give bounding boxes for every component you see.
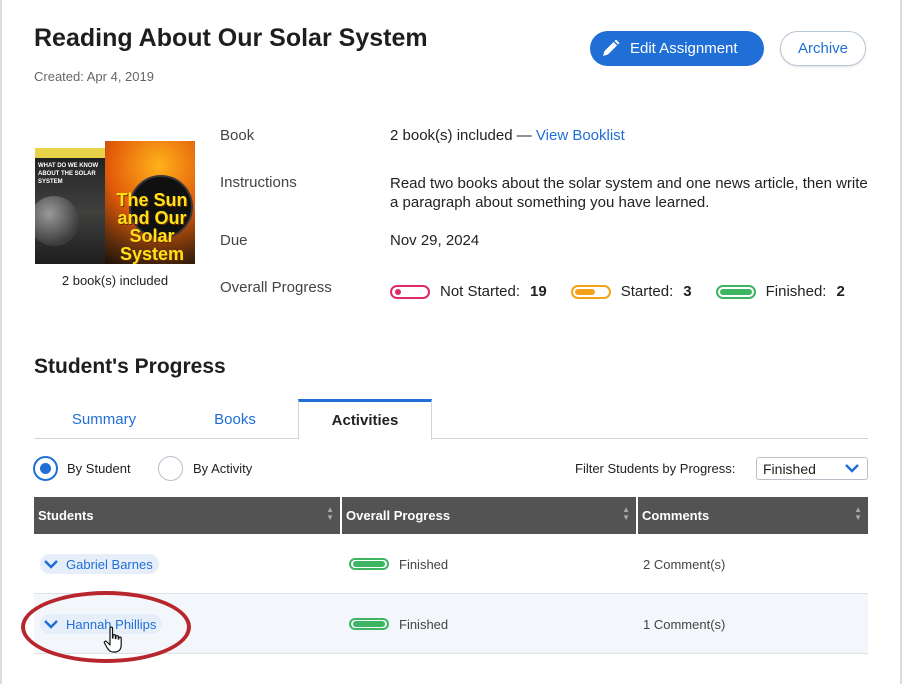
finished-count: 2 bbox=[836, 283, 845, 300]
sort-icon: ▲ ▼ bbox=[622, 505, 630, 522]
not-started-label: Not Started: bbox=[440, 283, 521, 300]
archive-button[interactable]: Archive bbox=[780, 31, 866, 66]
student-comments: 2 Comment(s) bbox=[643, 556, 726, 572]
view-booklist-link[interactable]: View Booklist bbox=[536, 127, 625, 144]
chevron-down-icon bbox=[44, 620, 58, 629]
students-progress-title: Student's Progress bbox=[34, 355, 226, 378]
edit-assignment-button[interactable]: Edit Assignment bbox=[590, 31, 764, 66]
chevron-down-icon bbox=[845, 464, 859, 473]
overall-progress-summary: Not Started: 19 Started: 3 Finished: 2 bbox=[390, 283, 845, 300]
created-date: Created: Apr 4, 2019 bbox=[34, 69, 154, 84]
radio-by-activity[interactable] bbox=[158, 456, 183, 481]
book-cover-solar-system[interactable]: WHAT DO WE KNOW ABOUT THE SOLAR SYSTEM bbox=[35, 148, 107, 264]
book-cover-2-title: The Sun and Our Solar System bbox=[116, 190, 188, 264]
progress-tabs: Summary Books Activities bbox=[34, 399, 868, 440]
not-started-indicator bbox=[390, 284, 430, 299]
progress-filter-select[interactable]: Finished bbox=[756, 457, 868, 480]
sort-icon: ▲ ▼ bbox=[854, 505, 862, 522]
student-toggle[interactable]: Hannah Phillips bbox=[40, 614, 163, 634]
column-overall-progress[interactable]: Overall Progress ▲ ▼ bbox=[342, 497, 638, 534]
started-label: Started: bbox=[620, 283, 674, 300]
finished-label: Finished: bbox=[765, 283, 827, 300]
table-header: Students ▲ ▼ Overall Progress ▲ ▼ Comments… bbox=[34, 497, 868, 534]
book-covers[interactable]: WHAT DO WE KNOW ABOUT THE SOLAR SYSTEM T… bbox=[35, 141, 195, 264]
students-table: Students ▲ ▼ Overall Progress ▲ ▼ Comments… bbox=[34, 497, 868, 654]
chevron-down-icon bbox=[44, 560, 58, 569]
tab-books[interactable]: Books bbox=[174, 399, 296, 439]
student-toggle[interactable]: Gabriel Barnes bbox=[40, 554, 159, 574]
student-progress: Finished bbox=[399, 556, 449, 572]
student-name: Gabriel Barnes bbox=[66, 556, 153, 572]
tab-summary[interactable]: Summary bbox=[34, 399, 174, 439]
edit-assignment-label: Edit Assignment bbox=[630, 40, 738, 57]
filter-selected-value: Finished bbox=[763, 460, 816, 477]
started-count: 3 bbox=[683, 283, 692, 300]
table-row: Gabriel Barnes Finished 2 Comment(s) bbox=[34, 534, 868, 594]
assignment-title: Reading About Our Solar System bbox=[34, 24, 428, 52]
by-activity-label[interactable]: By Activity bbox=[193, 461, 252, 476]
pencil-icon bbox=[598, 37, 622, 61]
hand-cursor-icon bbox=[103, 626, 122, 653]
overall-progress-label: Overall Progress bbox=[220, 279, 332, 296]
filter-label: Filter Students by Progress: bbox=[575, 461, 736, 476]
book-value: 2 book(s) included — View Booklist bbox=[390, 127, 625, 144]
instructions-label: Instructions bbox=[220, 174, 297, 191]
column-students[interactable]: Students ▲ ▼ bbox=[34, 497, 342, 534]
finished-indicator bbox=[715, 284, 756, 299]
tab-activities[interactable]: Activities bbox=[298, 399, 432, 440]
finished-indicator bbox=[349, 558, 389, 570]
due-label: Due bbox=[220, 232, 248, 249]
radio-by-student[interactable] bbox=[33, 456, 58, 481]
started-indicator bbox=[570, 284, 611, 299]
book-cover-sun[interactable]: The Sun and Our Solar System bbox=[105, 141, 195, 264]
column-comments[interactable]: Comments ▲ ▼ bbox=[638, 497, 868, 534]
due-value: Nov 29, 2024 bbox=[390, 232, 480, 249]
instructions-value: Read two books about the solar system an… bbox=[390, 175, 868, 211]
by-student-label[interactable]: By Student bbox=[67, 461, 131, 476]
planet-illustration bbox=[35, 196, 79, 246]
student-progress: Finished bbox=[399, 616, 449, 632]
book-label: Book bbox=[220, 127, 255, 144]
not-started-count: 19 bbox=[530, 283, 547, 300]
book-cover-1-title: WHAT DO WE KNOW ABOUT THE SOLAR SYSTEM bbox=[38, 163, 99, 185]
sort-icon: ▲ ▼ bbox=[326, 505, 334, 522]
finished-indicator bbox=[349, 618, 389, 630]
table-row: Hannah Phillips Finished 1 Comment(s) bbox=[34, 594, 868, 654]
books-caption: 2 book(s) included bbox=[61, 273, 169, 288]
student-comments: 1 Comment(s) bbox=[643, 616, 726, 632]
